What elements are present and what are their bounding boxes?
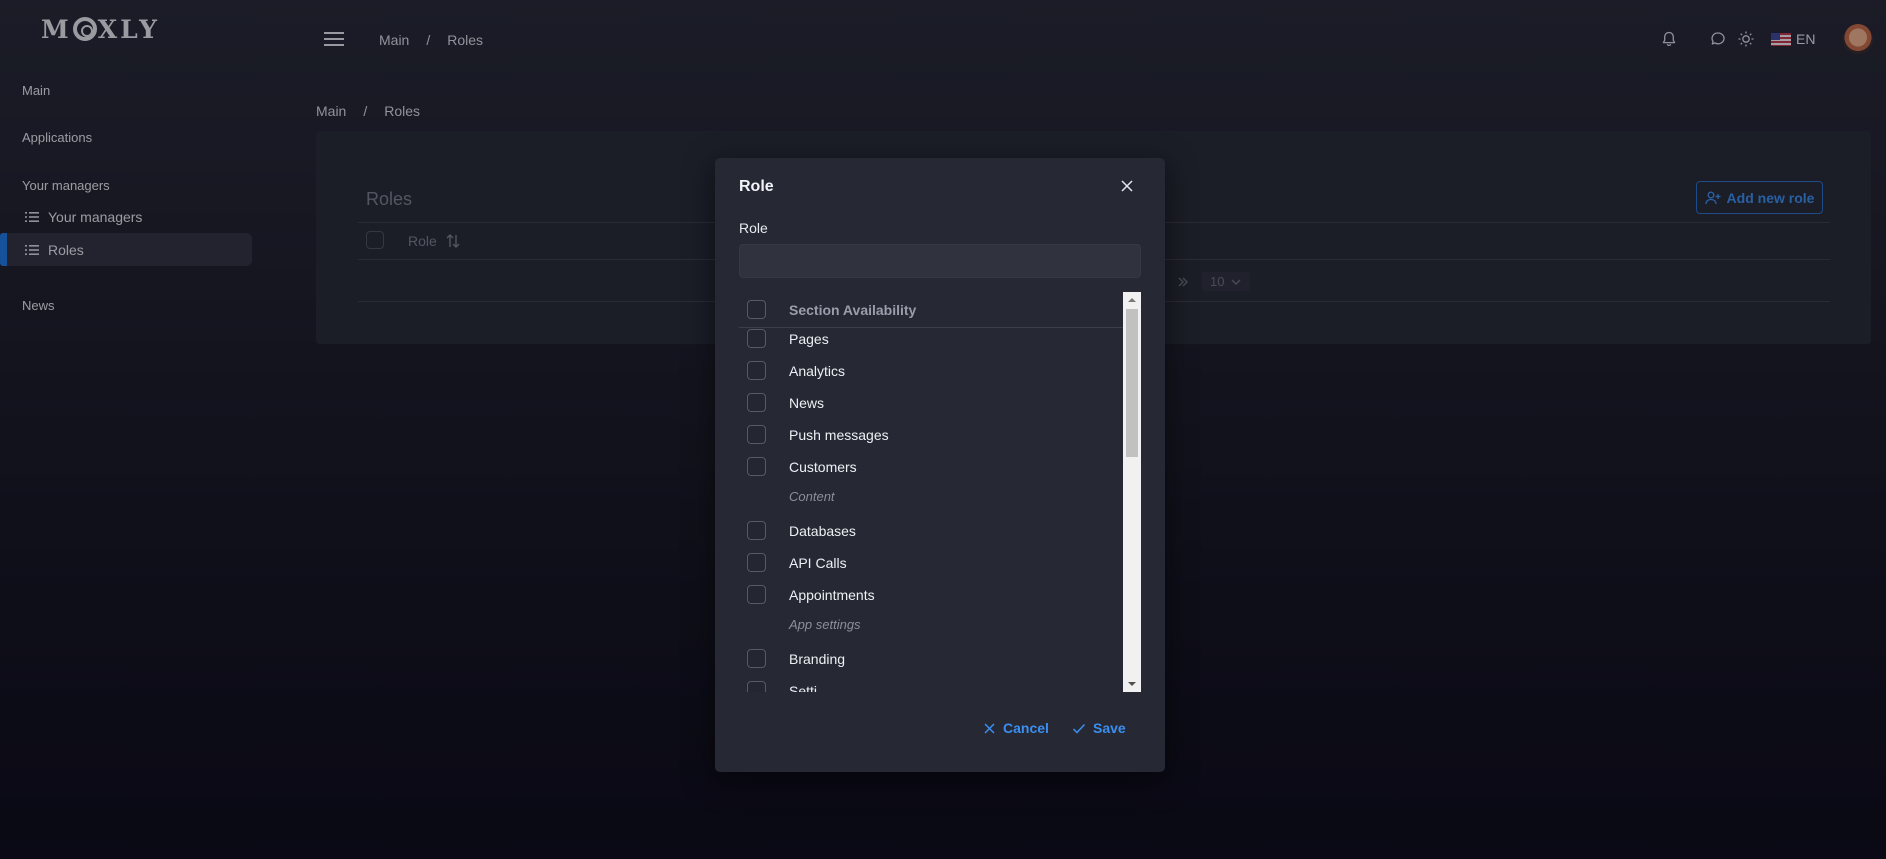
section-label: Customers <box>789 459 857 475</box>
role-field-label: Role <box>739 220 768 236</box>
section-row-settings[interactable]: Setti <box>739 681 1123 692</box>
section-checkbox[interactable] <box>747 681 766 692</box>
section-checkbox[interactable] <box>747 553 766 572</box>
save-label: Save <box>1093 720 1126 736</box>
section-availability-list: Section Availability Pages Analytics New… <box>739 292 1141 692</box>
section-row-pages[interactable]: Pages <box>739 329 1123 359</box>
close-icon[interactable] <box>1119 178 1135 194</box>
section-label: Branding <box>789 651 846 667</box>
role-name-input[interactable] <box>739 244 1141 278</box>
section-row-customers[interactable]: Customers <box>739 457 1123 487</box>
section-checkbox[interactable] <box>747 585 766 604</box>
section-checkbox[interactable] <box>747 361 766 380</box>
save-button[interactable]: Save <box>1072 720 1126 736</box>
section-list-scrollbar[interactable] <box>1123 292 1141 692</box>
section-row-api-calls[interactable]: API Calls <box>739 553 1123 583</box>
section-row-appointments[interactable]: Appointments <box>739 585 1123 615</box>
section-checkbox[interactable] <box>747 425 766 444</box>
section-group-content: Content <box>789 489 835 504</box>
section-label: News <box>789 395 825 411</box>
section-label: API Calls <box>789 555 847 571</box>
section-row-push-messages[interactable]: Push messages <box>739 425 1123 455</box>
section-row-analytics[interactable]: Analytics <box>739 361 1123 391</box>
section-row-branding[interactable]: Branding <box>739 649 1123 679</box>
cancel-button[interactable]: Cancel <box>983 720 1049 736</box>
close-icon <box>984 722 995 734</box>
section-checkbox[interactable] <box>747 393 766 412</box>
section-group-app-settings: App settings <box>789 617 861 632</box>
section-label: Setti <box>789 683 818 692</box>
section-checkbox[interactable] <box>747 329 766 348</box>
section-list-header-label: Section Availability <box>789 302 917 318</box>
scroll-up-button[interactable] <box>1123 292 1141 308</box>
cancel-label: Cancel <box>1003 720 1049 736</box>
section-label: Databases <box>789 523 856 539</box>
section-list-header: Section Availability <box>739 292 1123 328</box>
arrow-up-icon <box>1128 298 1136 302</box>
section-checkbox[interactable] <box>747 521 766 540</box>
dialog-title: Role <box>739 178 774 195</box>
section-label: Appointments <box>789 587 875 603</box>
section-label: Pages <box>789 331 829 347</box>
section-select-all-checkbox[interactable] <box>747 300 766 319</box>
section-checkbox[interactable] <box>747 649 766 668</box>
section-label: Push messages <box>789 427 889 443</box>
role-dialog: Role Role Section Availability Pages Ana… <box>715 158 1165 772</box>
section-row-news[interactable]: News <box>739 393 1123 423</box>
scroll-down-button[interactable] <box>1123 676 1141 692</box>
section-row-databases[interactable]: Databases <box>739 521 1123 551</box>
section-checkbox[interactable] <box>747 457 766 476</box>
check-icon <box>1072 723 1086 734</box>
arrow-down-icon <box>1128 682 1136 686</box>
scroll-thumb[interactable] <box>1126 309 1138 457</box>
section-label: Analytics <box>789 363 846 379</box>
